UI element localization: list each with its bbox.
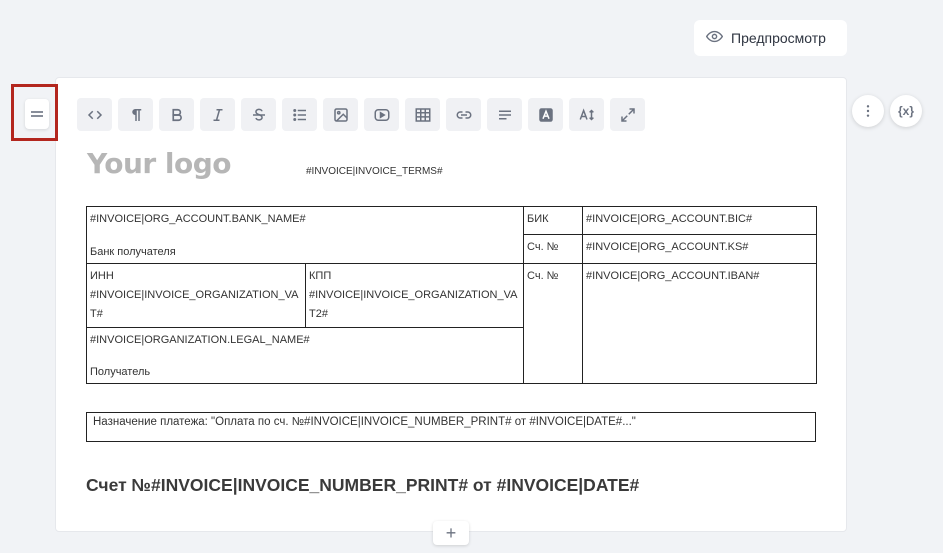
strikethrough-icon: [252, 108, 265, 121]
bank-name-cell: #INVOICE|ORG_ACCOUNT.BANK_NAME# Банк пол…: [85, 206, 525, 264]
link-icon: [456, 110, 471, 119]
iban-value: #INVOICE|ORG_ACCOUNT.IBAN#: [582, 263, 818, 384]
code-button[interactable]: [77, 98, 112, 131]
bik-label: БИК: [523, 206, 584, 235]
eye-icon: [705, 28, 724, 48]
kpp-value: #INVOICE|INVOICE_ORGANIZATION_VAT2#: [309, 289, 518, 320]
font-size-button[interactable]: [569, 98, 604, 131]
bold-button[interactable]: [159, 98, 194, 131]
bank-label: Банк получателя: [90, 246, 176, 258]
code-icon: [87, 110, 102, 119]
link-button[interactable]: [446, 98, 481, 131]
preview-label: Предпросмотр: [731, 30, 826, 46]
recipient-label: Получатель: [90, 366, 151, 378]
editor-toolbar: [77, 98, 645, 131]
kpp-label: КПП: [309, 270, 332, 282]
legal-name-value: #INVOICE|ORGANIZATION.LEGAL_NAME#: [90, 334, 310, 346]
inn-label: ИНН: [90, 270, 114, 282]
align-icon: [498, 110, 511, 119]
plus-icon: +: [445, 522, 457, 543]
drag-lines-icon: [31, 111, 43, 117]
fullscreen-icon: [620, 107, 635, 122]
drag-handle[interactable]: [25, 99, 49, 129]
list-button[interactable]: [282, 98, 317, 131]
paragraph-icon: [131, 108, 141, 121]
invoice-title: Счет №#INVOICE|INVOICE_NUMBER_PRINT# от …: [86, 475, 640, 495]
variables-button[interactable]: {x}: [890, 95, 922, 127]
text-color-button[interactable]: [528, 98, 563, 131]
video-icon: [374, 108, 389, 121]
italic-button[interactable]: [200, 98, 235, 131]
ks-value: #INVOICE|ORG_ACCOUNT.KS#: [582, 234, 818, 264]
kpp-cell: КПП #INVOICE|INVOICE_ORGANIZATION_VAT2#: [304, 263, 525, 328]
list-icon: [292, 108, 306, 121]
recipient-cell: #INVOICE|ORGANIZATION.LEGAL_NAME# Получа…: [85, 327, 525, 384]
fullscreen-button[interactable]: [610, 98, 645, 131]
bik-value: #INVOICE|ORG_ACCOUNT.BIC#: [582, 206, 818, 235]
image-button[interactable]: [323, 98, 358, 131]
logo-placeholder: Your logo: [87, 147, 232, 180]
variables-icon: {x}: [897, 104, 914, 118]
table-icon: [415, 107, 430, 122]
add-block-button[interactable]: +: [433, 521, 469, 545]
italic-icon: [213, 108, 222, 121]
inn-cell: ИНН #INVOICE|INVOICE_ORGANIZATION_VAT#: [86, 263, 306, 328]
bank-details-table: #INVOICE|ORG_ACCOUNT.BANK_NAME# Банк пол…: [85, 206, 818, 384]
invoice-terms: #INVOICE|INVOICE_TERMS#: [306, 166, 443, 177]
paragraph-button[interactable]: [118, 98, 153, 131]
inn-value: #INVOICE|INVOICE_ORGANIZATION_VAT#: [90, 289, 299, 320]
image-icon: [333, 107, 348, 122]
text-color-icon: [538, 107, 553, 122]
strikethrough-button[interactable]: [241, 98, 276, 131]
more-options-button[interactable]: [852, 95, 884, 127]
bank-name-value: #INVOICE|ORG_ACCOUNT.BANK_NAME#: [90, 213, 306, 225]
align-button[interactable]: [487, 98, 522, 131]
ks-label: Сч. №: [523, 234, 584, 264]
bold-icon: [171, 108, 182, 121]
video-button[interactable]: [364, 98, 399, 131]
preview-button[interactable]: Предпросмотр: [694, 20, 847, 56]
kebab-menu-icon: [866, 105, 870, 117]
table-button[interactable]: [405, 98, 440, 131]
payment-purpose: Назначение платежа: "Оплата по сч. №#INV…: [86, 412, 816, 442]
font-size-icon: [579, 107, 594, 121]
iban-label: Сч. №: [523, 263, 584, 384]
